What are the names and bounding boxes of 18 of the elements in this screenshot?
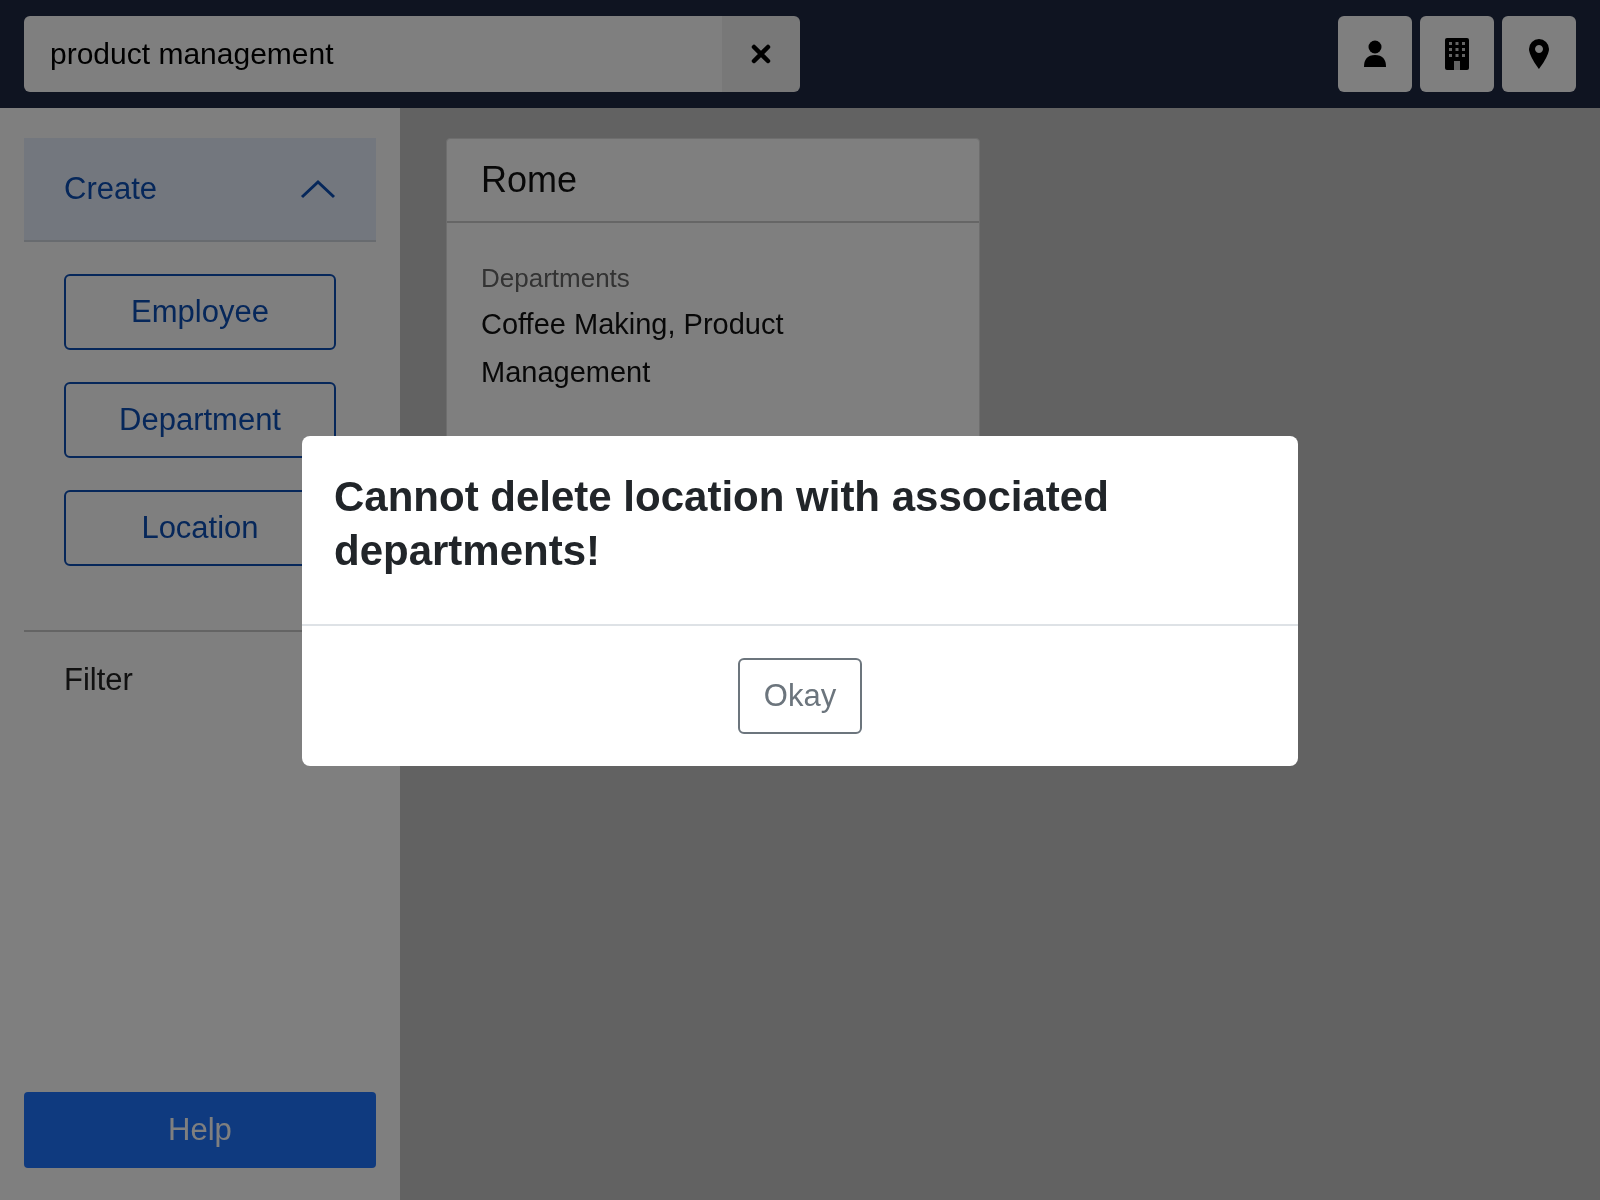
create-option-button[interactable]: Employee [64,274,336,350]
departments-button[interactable] [1420,16,1494,92]
alert-message: Cannot delete location with associated departments! [334,473,1109,574]
help-button[interactable]: Help [24,1092,376,1168]
locations-button[interactable] [1502,16,1576,92]
map-pin-icon [1529,39,1549,69]
close-icon [750,43,772,65]
okay-button[interactable]: Okay [738,658,862,734]
create-accordion-header[interactable]: Create [24,138,376,242]
filter-label[interactable]: Filter [64,662,133,697]
field-value: Coffee Making, Product Management [481,307,785,390]
card-title: Rome [481,159,578,201]
field-label: Departments [481,263,631,294]
search-field[interactable]: product management [24,16,722,92]
clear-button[interactable] [722,16,800,92]
employees-button[interactable] [1338,16,1412,92]
building-icon [1445,38,1469,70]
person-icon [1363,40,1387,68]
